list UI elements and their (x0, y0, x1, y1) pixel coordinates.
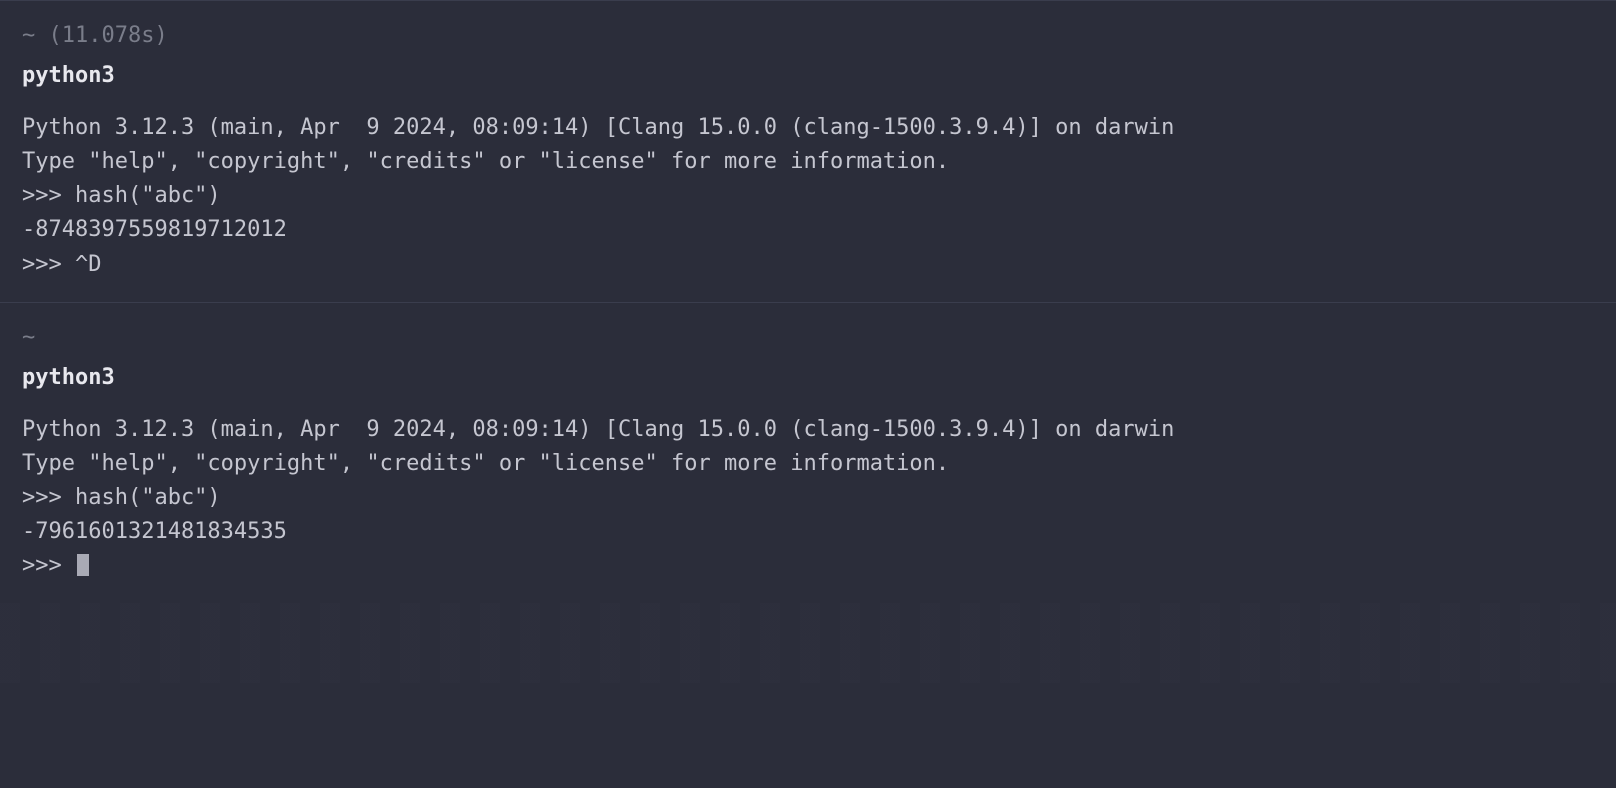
command-timing: (11.078s) (49, 23, 168, 48)
repl-output-line: -7961601321481834535 (22, 515, 1594, 549)
terminal-session[interactable]: ~ python3 Python 3.12.3 (main, Apr 9 202… (0, 302, 1616, 604)
command-entered: python3 (22, 361, 1594, 395)
cursor-icon (77, 554, 89, 576)
python-help-line: Type "help", "copyright", "credits" or "… (22, 145, 1594, 179)
terminal-empty-area[interactable] (0, 603, 1616, 683)
cwd-indicator: ~ (22, 23, 35, 48)
repl-exit-line: >>> ^D (22, 248, 1594, 282)
repl-output-line: -8748397559819712012 (22, 213, 1594, 247)
repl-prompt-text: >>> (22, 553, 75, 578)
command-entered: python3 (22, 59, 1594, 93)
python-banner-line: Python 3.12.3 (main, Apr 9 2024, 08:09:1… (22, 413, 1594, 447)
python-banner-line: Python 3.12.3 (main, Apr 9 2024, 08:09:1… (22, 111, 1594, 145)
shell-prompt-line: ~ (11.078s) (22, 19, 1594, 53)
repl-prompt-active[interactable]: >>> (22, 549, 1594, 583)
python-help-line: Type "help", "copyright", "credits" or "… (22, 447, 1594, 481)
cwd-indicator: ~ (22, 325, 35, 350)
terminal-session[interactable]: ~ (11.078s) python3 Python 3.12.3 (main,… (0, 0, 1616, 302)
shell-prompt-line: ~ (22, 321, 1594, 355)
repl-input-line: >>> hash("abc") (22, 481, 1594, 515)
repl-input-line: >>> hash("abc") (22, 179, 1594, 213)
